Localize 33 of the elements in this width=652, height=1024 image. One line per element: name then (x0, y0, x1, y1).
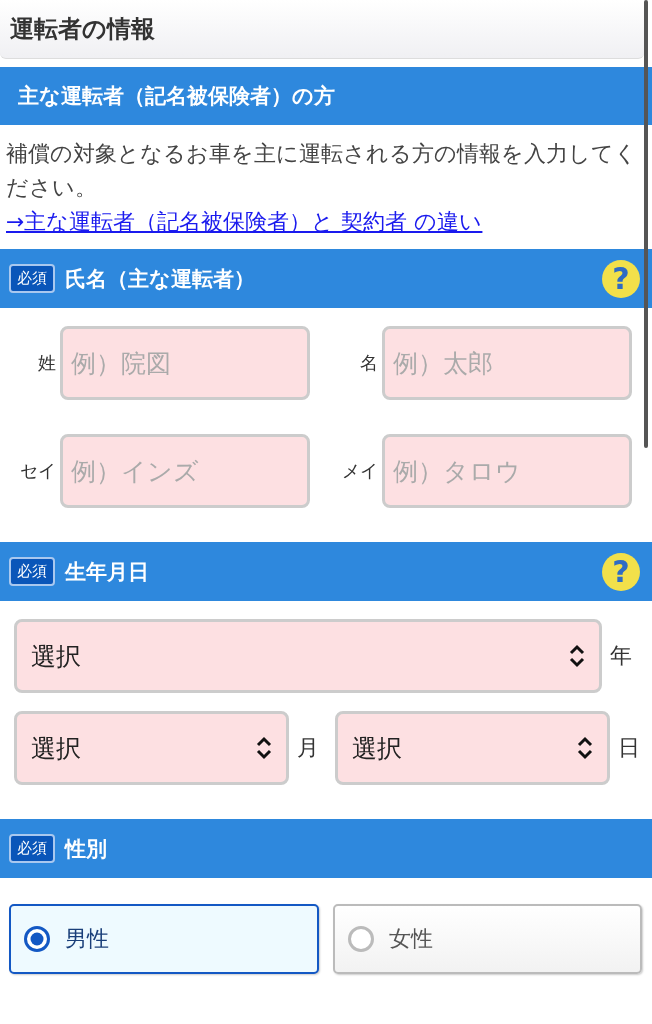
input-field[interactable]: 例）太郎 (382, 326, 632, 400)
radio-option[interactable]: 男性 (9, 904, 319, 974)
unit-label: 年 (610, 642, 633, 670)
required-badge: 必須 (9, 834, 55, 863)
input-label: セイ (19, 459, 56, 483)
unit-label: 日 (618, 734, 641, 762)
required-badge: 必須 (9, 557, 55, 586)
chevron-icon (567, 644, 587, 668)
field-label: 性別 (65, 835, 108, 863)
input-field[interactable]: 例）院図 (60, 326, 310, 400)
difference-link[interactable]: →主な運転者（記名被保険者）と 契約者 の違い (6, 209, 483, 234)
input-label: 姓 (37, 351, 56, 375)
radio-option[interactable]: 女性 (332, 904, 642, 974)
description-text: 補償の対象となるお車を主に運転される方の情報を入力してください。 (6, 140, 638, 202)
input-label: メイ (341, 459, 378, 483)
required-badge: 必須 (9, 264, 55, 293)
select-field[interactable]: 選択 (335, 711, 610, 785)
help-icon[interactable]: ? (602, 552, 640, 591)
help-icon[interactable]: ? (602, 259, 640, 298)
section-title: 主な運転者（記名被保険者）の方 (18, 83, 335, 110)
input-field[interactable]: 例）タロウ (382, 434, 632, 508)
radio-icon (23, 925, 51, 953)
unit-label: 月 (297, 734, 320, 762)
field-label: 氏名（主な運転者） (65, 265, 256, 293)
select-field[interactable]: 選択 (14, 711, 289, 785)
page-title: 運転者の情報 (10, 14, 155, 45)
chevron-icon (254, 736, 274, 760)
field-label: 生年月日 (65, 558, 150, 586)
radio-icon (346, 925, 375, 953)
chevron-icon (575, 736, 595, 760)
input-label: 名 (359, 351, 378, 375)
input-field[interactable]: 例）インズ (60, 434, 310, 508)
select-field[interactable]: 選択 (14, 619, 602, 693)
